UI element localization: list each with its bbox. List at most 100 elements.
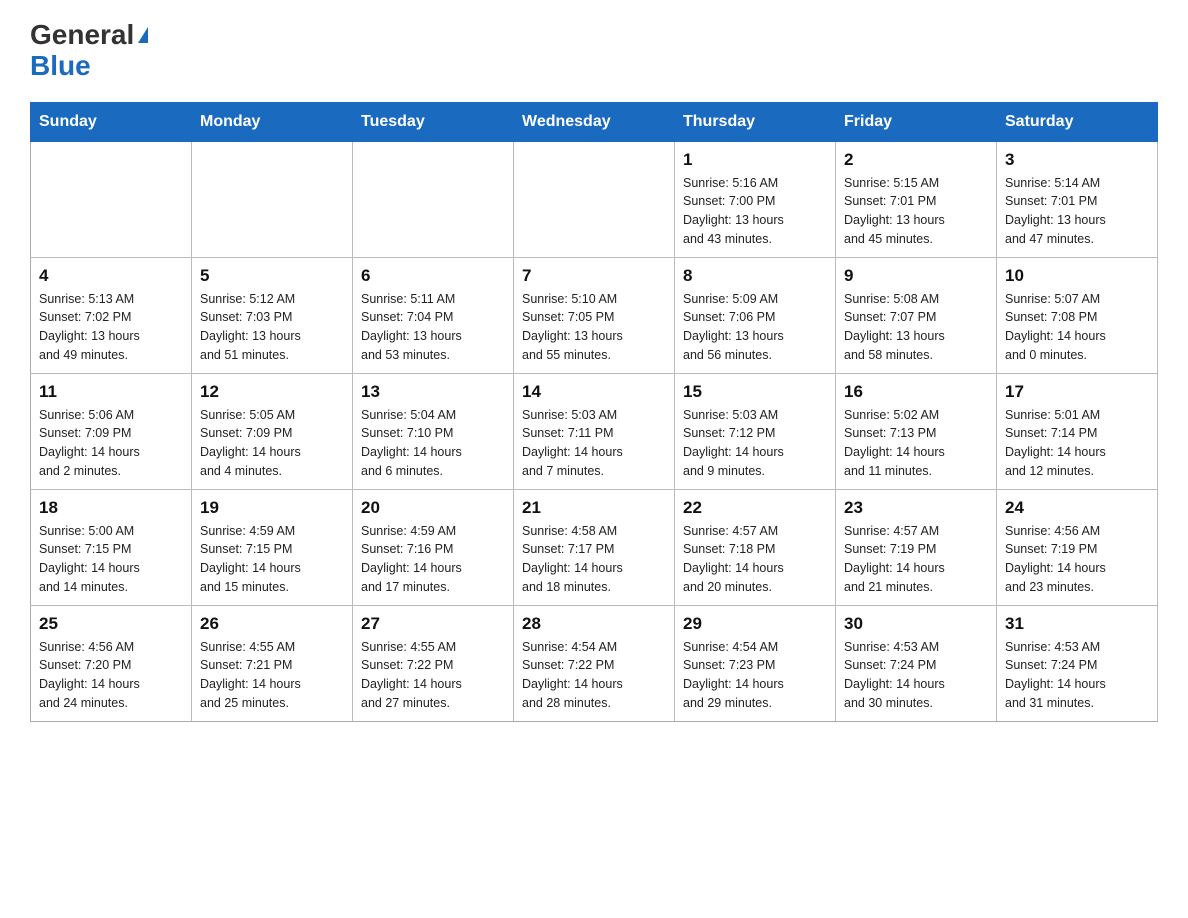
cell-day-number: 24 [1005,498,1149,518]
calendar-body: 1 Sunrise: 5:16 AM Sunset: 7:00 PM Daylig… [31,141,1158,721]
cell-day-number: 29 [683,614,827,634]
cell-sun-info: Sunrise: 4:54 AM Sunset: 7:22 PM Dayligh… [522,638,666,713]
weekday-header-friday: Friday [836,102,997,141]
calendar-cell: 16Sunrise: 5:02 AM Sunset: 7:13 PM Dayli… [836,373,997,489]
calendar-cell: 31 Sunrise: 4:53 AM Sunset: 7:24 PM Dayli… [997,605,1158,721]
cell-sun-info: Sunrise: 5:12 AM Sunset: 7:03 PM Dayligh… [200,290,344,365]
calendar-cell [353,141,514,257]
calendar-cell: 22Sunrise: 4:57 AM Sunset: 7:18 PM Dayli… [675,489,836,605]
cell-sun-info: Sunrise: 4:57 AM Sunset: 7:19 PM Dayligh… [844,522,988,597]
cell-sun-info: Sunrise: 4:59 AM Sunset: 7:15 PM Dayligh… [200,522,344,597]
cell-sun-info: Sunrise: 4:58 AM Sunset: 7:17 PM Dayligh… [522,522,666,597]
cell-sun-info: Sunrise: 4:53 AM Sunset: 7:24 PM Dayligh… [1005,638,1149,713]
cell-sun-info: Sunrise: 5:13 AM Sunset: 7:02 PM Dayligh… [39,290,183,365]
calendar-week-row: 4 Sunrise: 5:13 AM Sunset: 7:02 PM Daylig… [31,257,1158,373]
cell-day-number: 9 [844,266,988,286]
calendar-cell: 13 Sunrise: 5:04 AM Sunset: 7:10 PM Dayli… [353,373,514,489]
cell-sun-info: Sunrise: 5:03 AM Sunset: 7:11 PM Dayligh… [522,406,666,481]
cell-sun-info: Sunrise: 5:15 AM Sunset: 7:01 PM Dayligh… [844,174,988,249]
cell-day-number: 6 [361,266,505,286]
calendar-cell: 6 Sunrise: 5:11 AM Sunset: 7:04 PM Daylig… [353,257,514,373]
calendar-cell [514,141,675,257]
cell-sun-info: Sunrise: 4:54 AM Sunset: 7:23 PM Dayligh… [683,638,827,713]
cell-day-number: 31 [1005,614,1149,634]
cell-sun-info: Sunrise: 5:04 AM Sunset: 7:10 PM Dayligh… [361,406,505,481]
calendar-cell: 18Sunrise: 5:00 AM Sunset: 7:15 PM Dayli… [31,489,192,605]
calendar-week-row: 11Sunrise: 5:06 AM Sunset: 7:09 PM Dayli… [31,373,1158,489]
cell-sun-info: Sunrise: 5:10 AM Sunset: 7:05 PM Dayligh… [522,290,666,365]
calendar-cell: 8 Sunrise: 5:09 AM Sunset: 7:06 PM Daylig… [675,257,836,373]
logo-text-general: General [30,20,134,51]
cell-sun-info: Sunrise: 5:07 AM Sunset: 7:08 PM Dayligh… [1005,290,1149,365]
calendar-cell: 28 Sunrise: 4:54 AM Sunset: 7:22 PM Dayli… [514,605,675,721]
logo-text-blue: Blue [30,51,148,82]
weekday-header-wednesday: Wednesday [514,102,675,141]
cell-day-number: 30 [844,614,988,634]
cell-day-number: 7 [522,266,666,286]
calendar-cell: 3 Sunrise: 5:14 AM Sunset: 7:01 PM Daylig… [997,141,1158,257]
cell-day-number: 16 [844,382,988,402]
cell-day-number: 4 [39,266,183,286]
weekday-header-row: SundayMondayTuesdayWednesdayThursdayFrid… [31,102,1158,141]
cell-day-number: 15 [683,382,827,402]
cell-day-number: 26 [200,614,344,634]
calendar-table: SundayMondayTuesdayWednesdayThursdayFrid… [30,102,1158,722]
cell-day-number: 1 [683,150,827,170]
cell-day-number: 17 [1005,382,1149,402]
cell-day-number: 13 [361,382,505,402]
cell-day-number: 22 [683,498,827,518]
weekday-header-monday: Monday [192,102,353,141]
calendar-cell: 9 Sunrise: 5:08 AM Sunset: 7:07 PM Daylig… [836,257,997,373]
cell-sun-info: Sunrise: 4:56 AM Sunset: 7:20 PM Dayligh… [39,638,183,713]
calendar-cell: 24 Sunrise: 4:56 AM Sunset: 7:19 PM Dayli… [997,489,1158,605]
cell-sun-info: Sunrise: 4:59 AM Sunset: 7:16 PM Dayligh… [361,522,505,597]
cell-sun-info: Sunrise: 4:55 AM Sunset: 7:22 PM Dayligh… [361,638,505,713]
cell-day-number: 23 [844,498,988,518]
cell-day-number: 3 [1005,150,1149,170]
cell-day-number: 19 [200,498,344,518]
cell-sun-info: Sunrise: 4:55 AM Sunset: 7:21 PM Dayligh… [200,638,344,713]
cell-day-number: 11 [39,382,183,402]
cell-day-number: 8 [683,266,827,286]
cell-day-number: 2 [844,150,988,170]
cell-day-number: 25 [39,614,183,634]
cell-sun-info: Sunrise: 5:11 AM Sunset: 7:04 PM Dayligh… [361,290,505,365]
cell-day-number: 18 [39,498,183,518]
calendar-cell: 2 Sunrise: 5:15 AM Sunset: 7:01 PM Daylig… [836,141,997,257]
calendar-cell: 21 Sunrise: 4:58 AM Sunset: 7:17 PM Dayli… [514,489,675,605]
calendar-cell: 10 Sunrise: 5:07 AM Sunset: 7:08 PM Dayli… [997,257,1158,373]
calendar-cell: 20Sunrise: 4:59 AM Sunset: 7:16 PM Dayli… [353,489,514,605]
cell-day-number: 10 [1005,266,1149,286]
weekday-header-saturday: Saturday [997,102,1158,141]
page-header: General Blue [30,20,1158,82]
calendar-cell: 17 Sunrise: 5:01 AM Sunset: 7:14 PM Dayli… [997,373,1158,489]
calendar-cell: 19 Sunrise: 4:59 AM Sunset: 7:15 PM Dayli… [192,489,353,605]
cell-sun-info: Sunrise: 5:16 AM Sunset: 7:00 PM Dayligh… [683,174,827,249]
cell-sun-info: Sunrise: 5:01 AM Sunset: 7:14 PM Dayligh… [1005,406,1149,481]
cell-sun-info: Sunrise: 5:08 AM Sunset: 7:07 PM Dayligh… [844,290,988,365]
calendar-cell: 23 Sunrise: 4:57 AM Sunset: 7:19 PM Dayli… [836,489,997,605]
calendar-cell [31,141,192,257]
calendar-week-row: 1 Sunrise: 5:16 AM Sunset: 7:00 PM Daylig… [31,141,1158,257]
calendar-cell: 4 Sunrise: 5:13 AM Sunset: 7:02 PM Daylig… [31,257,192,373]
cell-sun-info: Sunrise: 5:05 AM Sunset: 7:09 PM Dayligh… [200,406,344,481]
calendar-cell: 30Sunrise: 4:53 AM Sunset: 7:24 PM Dayli… [836,605,997,721]
cell-day-number: 5 [200,266,344,286]
calendar-week-row: 18Sunrise: 5:00 AM Sunset: 7:15 PM Dayli… [31,489,1158,605]
calendar-cell: 14Sunrise: 5:03 AM Sunset: 7:11 PM Dayli… [514,373,675,489]
calendar-cell: 5 Sunrise: 5:12 AM Sunset: 7:03 PM Daylig… [192,257,353,373]
cell-sun-info: Sunrise: 4:56 AM Sunset: 7:19 PM Dayligh… [1005,522,1149,597]
cell-sun-info: Sunrise: 5:14 AM Sunset: 7:01 PM Dayligh… [1005,174,1149,249]
cell-day-number: 28 [522,614,666,634]
cell-sun-info: Sunrise: 5:03 AM Sunset: 7:12 PM Dayligh… [683,406,827,481]
calendar-cell: 15 Sunrise: 5:03 AM Sunset: 7:12 PM Dayli… [675,373,836,489]
calendar-cell: 27Sunrise: 4:55 AM Sunset: 7:22 PM Dayli… [353,605,514,721]
logo: General Blue [30,20,148,82]
calendar-cell: 12Sunrise: 5:05 AM Sunset: 7:09 PM Dayli… [192,373,353,489]
calendar-cell: 11Sunrise: 5:06 AM Sunset: 7:09 PM Dayli… [31,373,192,489]
calendar-cell: 25 Sunrise: 4:56 AM Sunset: 7:20 PM Dayli… [31,605,192,721]
cell-sun-info: Sunrise: 5:09 AM Sunset: 7:06 PM Dayligh… [683,290,827,365]
weekday-header-thursday: Thursday [675,102,836,141]
cell-day-number: 21 [522,498,666,518]
calendar-cell [192,141,353,257]
